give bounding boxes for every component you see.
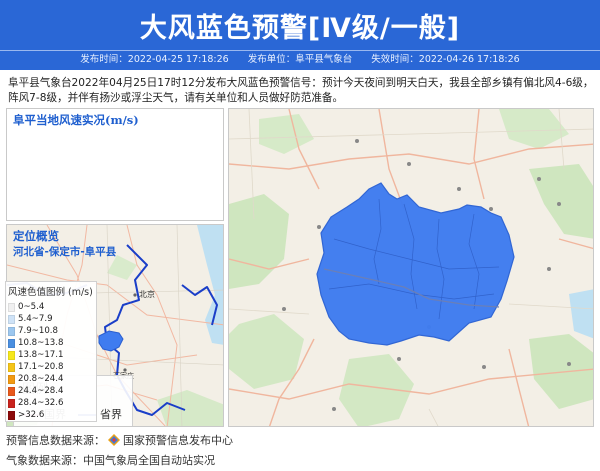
map-label-beijing: 北京: [139, 289, 155, 299]
wind-scale-label: >32.6: [18, 410, 45, 420]
wind-scale-swatch: [8, 350, 15, 360]
warning-source: 预警信息数据来源： 国家预警信息发布中心: [6, 434, 233, 447]
wind-scale-swatch: [8, 314, 15, 324]
wind-scale-swatch: [8, 410, 15, 420]
wind-scale-label: 13.8~17.1: [18, 350, 64, 360]
wind-scale-swatch: [8, 374, 15, 384]
wind-scale-item: 7.9~10.8: [6, 325, 96, 337]
wind-scale-swatch: [8, 302, 15, 312]
warning-center-logo-icon: [108, 434, 120, 446]
wind-scale-label: 20.8~24.4: [18, 374, 64, 384]
wind-scale-label: 5.4~7.9: [18, 314, 53, 324]
weather-data-source: 气象数据来源：中国气象局全国自动站实况: [6, 454, 215, 467]
warning-map-canvas[interactable]: [229, 109, 594, 427]
wind-scale-swatch: [8, 398, 15, 408]
wind-scale-label: 17.1~20.8: [18, 362, 64, 372]
wind-scale-swatch: [8, 326, 15, 336]
warning-area-map[interactable]: [228, 108, 594, 427]
wind-scale-label: 7.9~10.8: [18, 326, 59, 336]
warning-header: 大风蓝色预警[Ⅳ级/一般] 发布时间：2022-04-25 17:18:26 发…: [0, 0, 600, 70]
wind-scale-title: 风速色值图例 (m/s): [8, 287, 93, 298]
wind-scale-label: 0~5.4: [18, 302, 45, 312]
wind-panel-title: 阜平当地风速实况(m/s): [13, 113, 139, 127]
wind-scale-swatch: [8, 338, 15, 348]
publish-time: 发布时间：2022-04-25 17:18:26: [80, 54, 229, 65]
location-path: 河北省-保定市-阜平县: [13, 246, 117, 258]
publisher: 发布单位：阜平县气象台: [247, 54, 353, 65]
warning-title: 大风蓝色预警[Ⅳ级/一般]: [139, 13, 461, 44]
wind-scale-item: 17.1~20.8: [6, 361, 96, 373]
warning-meta-bar: 发布时间：2022-04-25 17:18:26 发布单位：阜平县气象台 失效时…: [0, 50, 600, 68]
wind-scale-item: 24.4~28.4: [6, 385, 96, 397]
wind-scale-item: 0~5.4: [6, 301, 96, 313]
wind-scale-swatch: [8, 386, 15, 396]
wind-scale-swatch: [8, 362, 15, 372]
wind-scale-item: 10.8~13.8: [6, 337, 96, 349]
warning-source-name: 国家预警信息发布中心: [123, 434, 233, 447]
wind-scale-item: 13.8~17.1: [6, 349, 96, 361]
wind-scale-item: 5.4~7.9: [6, 313, 96, 325]
location-panel-title: 定位概览: [13, 229, 59, 243]
warning-description: 阜平县气象台2022年04月25日17时12分发布大风蓝色预警信号：预计今天夜间…: [8, 77, 594, 104]
wind-scale-item: 20.8~24.4: [6, 373, 96, 385]
wind-speed-color-legend: 风速色值图例 (m/s) 0~5.4 5.4~7.9 7.9~10.8 10.8~13…: [5, 281, 97, 422]
expire-time: 失效时间：2022-04-26 17:18:26: [371, 54, 520, 65]
wind-scale-item: >32.6: [6, 409, 96, 421]
wind-scale-label: 24.4~28.4: [18, 386, 64, 396]
wind-scale-label: 28.4~32.6: [18, 398, 64, 408]
wind-speed-panel: 阜平当地风速实况(m/s): [6, 108, 224, 221]
wind-scale-item: 28.4~32.6: [6, 397, 96, 409]
wind-scale-label: 10.8~13.8: [18, 338, 64, 348]
